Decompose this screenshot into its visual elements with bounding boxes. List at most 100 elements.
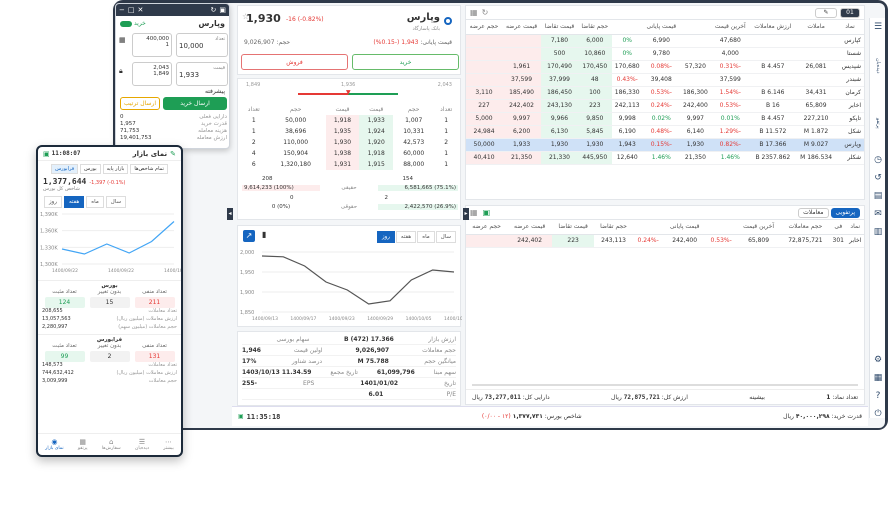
clock-icon[interactable]: ◷ (870, 151, 886, 169)
edit-watchlist-button[interactable]: ✎ (815, 7, 837, 18)
volume-stepper[interactable]: 400,000 1 (132, 33, 172, 57)
column-header[interactable]: قیمت تقاضا (552, 220, 595, 235)
grid-view-icon[interactable]: ▦ (470, 8, 478, 17)
excel-export-icon[interactable]: ▣ (483, 208, 491, 217)
chart-range-tab[interactable]: سال (435, 231, 456, 243)
chart-range-tab[interactable]: ماه (417, 231, 435, 243)
sidebar-tab-watch[interactable]: دیده‌بان (870, 36, 886, 96)
column-header[interactable]: آخرین قیمت (736, 220, 781, 235)
lock-icon[interactable]: 🔒︎ (119, 67, 129, 76)
refresh-icon[interactable]: ↻ (211, 6, 217, 14)
mobile-market-tab[interactable]: بازار پایه (102, 164, 129, 174)
watchlist-selector[interactable]: 01 (840, 7, 860, 18)
buy-button[interactable]: خرید (352, 54, 459, 70)
price-input[interactable]: قیمت 1,933 (176, 62, 228, 86)
column-header[interactable]: آخرین قیمت (710, 20, 750, 35)
help-icon[interactable]: ? (870, 387, 886, 405)
column-header[interactable]: قیمت عرضه (507, 220, 552, 235)
chart-range-tab[interactable]: روز (376, 231, 395, 243)
column-header[interactable]: فی (830, 220, 847, 235)
nav-item[interactable]: ⋯ بیشتر (163, 438, 173, 451)
nav-item[interactable]: ⌂ سفارش‌ها (102, 438, 121, 451)
column-header[interactable]: قیمت پایانی (663, 220, 706, 235)
table-row[interactable]: اخابر 65,809 16 B -0.53% 242,400 -0.24% 242,11… (466, 99, 864, 113)
table-row[interactable]: تاپکو 227,210 4.457 B 0.01% 9,997 0.02% 9,998 9… (466, 112, 864, 126)
table-row[interactable]: شکلر 186.534 M 2357.862 B 1.46% 21,350 1.46% 1… (466, 151, 864, 165)
mobile-market-tab[interactable]: فرابورس (51, 164, 79, 174)
table-row[interactable]: اخابر 301 72,875,721 65,809 -0.53% 242,4… (466, 234, 864, 248)
chart-icon[interactable]: ▤ (870, 187, 886, 205)
column-header[interactable]: حجم عرضه (466, 20, 503, 35)
advanced-toggle[interactable]: پیشرفته (205, 88, 225, 95)
orderbook-row[interactable]: 6 1,320,180 1,931 1,915 88,000 1 (242, 159, 458, 170)
tab-trades[interactable]: معاملات (798, 207, 829, 218)
maximize-icon[interactable]: □ (128, 6, 135, 14)
nav-item[interactable]: ▦ پرتفو (78, 438, 88, 451)
candle-icon[interactable]: ▮ (262, 230, 266, 239)
grid-icon[interactable]: ▦ (870, 369, 886, 387)
sell-button[interactable]: فروش (241, 54, 348, 70)
table-row[interactable]: شپدیس 26,081 4.457 B -0.31% 57,320 -0.08% 170,… (466, 60, 864, 74)
nav-item[interactable]: ◉ نمای بازار (45, 438, 63, 451)
tab-portfolio[interactable]: پرتفویی (830, 207, 860, 218)
table-row[interactable]: کرمان 34,431 6.146 B -1.54% 186,300 -0.53% 186… (466, 86, 864, 100)
window-icon[interactable]: ▣ (219, 6, 226, 14)
bar-chart-icon[interactable]: ▥ (870, 223, 886, 241)
refresh-icon[interactable]: ↻ (482, 8, 489, 17)
column-header[interactable] (705, 220, 737, 235)
table-row[interactable]: شکل 1.872 M 11.572 B -1.29% 6,140 -0.48% 6,190… (466, 125, 864, 139)
column-header[interactable]: نماد (836, 20, 864, 35)
column-header[interactable] (611, 20, 643, 35)
price-stepper[interactable]: 2,043 1,849 (132, 62, 172, 86)
settings-icon[interactable]: ⚙ (870, 351, 886, 369)
mobile-market-tab[interactable]: بورس (80, 164, 101, 174)
calculator-icon[interactable]: ▦ (119, 36, 129, 44)
orderbook-row[interactable]: 1 50,000 1,918 1,933 1,007 1 (242, 115, 458, 126)
buy-sell-option-button[interactable]: ارسال ترتیب (120, 97, 160, 110)
table-row[interactable]: شبندر 37,599 39,408 -0.43% 48 37,999 37,599 (466, 73, 864, 87)
collapse-arrow-icon[interactable]: ◂ (227, 208, 233, 220)
mobile-market-tab[interactable]: تمام شاخص‌ها (130, 164, 168, 174)
power-icon[interactable]: ⏻ (870, 405, 886, 423)
column-header[interactable]: قیمت پایانی (642, 20, 680, 35)
column-header[interactable]: قیمت تقاضا (541, 20, 578, 35)
column-header[interactable]: حجم معاملات (780, 220, 831, 235)
column-header[interactable]: حجم عرضه (466, 220, 508, 235)
horizontal-scrollbar[interactable] (472, 384, 858, 386)
mobile-range-tab[interactable]: سال (105, 196, 127, 208)
chart-range-tab[interactable]: هفته (395, 231, 417, 243)
column-header[interactable]: ماملات (796, 20, 837, 35)
history-icon[interactable]: ↺ (870, 169, 886, 187)
orderbook-row[interactable]: 2 110,000 1,930 1,920 42,573 2 (242, 137, 458, 148)
favorite-icon[interactable]: ☆ (242, 12, 249, 21)
grid-view-icon[interactable]: ▦ (470, 208, 478, 217)
message-icon[interactable]: ✉ (870, 205, 886, 223)
sidebar-tab-portfolio[interactable]: پرتفو (870, 96, 886, 151)
table-row[interactable]: شستا 4,000 9,780 0% 10,860 500 (466, 47, 864, 61)
orderbook-row[interactable]: 1 38,696 1,935 1,924 10,331 1 (242, 126, 458, 137)
minimize-icon[interactable]: − (119, 6, 125, 14)
mobile-range-tab[interactable]: هفته (63, 196, 85, 208)
orderbook-row[interactable]: 4 150,904 1,938 1,918 60,000 1 (242, 148, 458, 159)
chart-type-icon[interactable]: ↗ (243, 230, 255, 242)
send-buy-button[interactable]: ارسال خرید (163, 97, 227, 110)
close-icon[interactable]: ✕ (138, 6, 144, 14)
table-row[interactable]: وپارس 9.027 M 17.366 B -0.82% 1,930 -0.15% 1,9… (466, 138, 864, 152)
column-header[interactable]: قیمت عرضه (502, 20, 542, 35)
column-header[interactable]: حجم تقاضا (577, 20, 612, 35)
column-header[interactable]: نماد (846, 220, 864, 235)
pen-icon[interactable]: ✎ (170, 150, 176, 158)
column-header[interactable]: ارزش معاملات (749, 20, 797, 35)
column-header[interactable]: حجم تقاضا (594, 220, 633, 235)
buy-sell-toggle[interactable] (120, 20, 132, 27)
nav-item[interactable]: ☰ دیده‌بان (135, 438, 149, 451)
column-header[interactable] (632, 220, 664, 235)
mobile-range-tab[interactable]: ماه (86, 196, 104, 208)
watchlist-icon[interactable]: ☰ (870, 18, 886, 36)
volume-input[interactable]: تعداد 10,000 (176, 33, 228, 57)
mobile-range-tab[interactable]: روز (44, 196, 62, 208)
expand-arrow-icon[interactable]: ▸ (463, 208, 469, 220)
table-row[interactable]: کپارس 47,680 6,990 0% 6,000 7,180 (466, 34, 864, 48)
column-header[interactable] (679, 20, 711, 35)
buy-power-unit: ریال (783, 413, 794, 420)
